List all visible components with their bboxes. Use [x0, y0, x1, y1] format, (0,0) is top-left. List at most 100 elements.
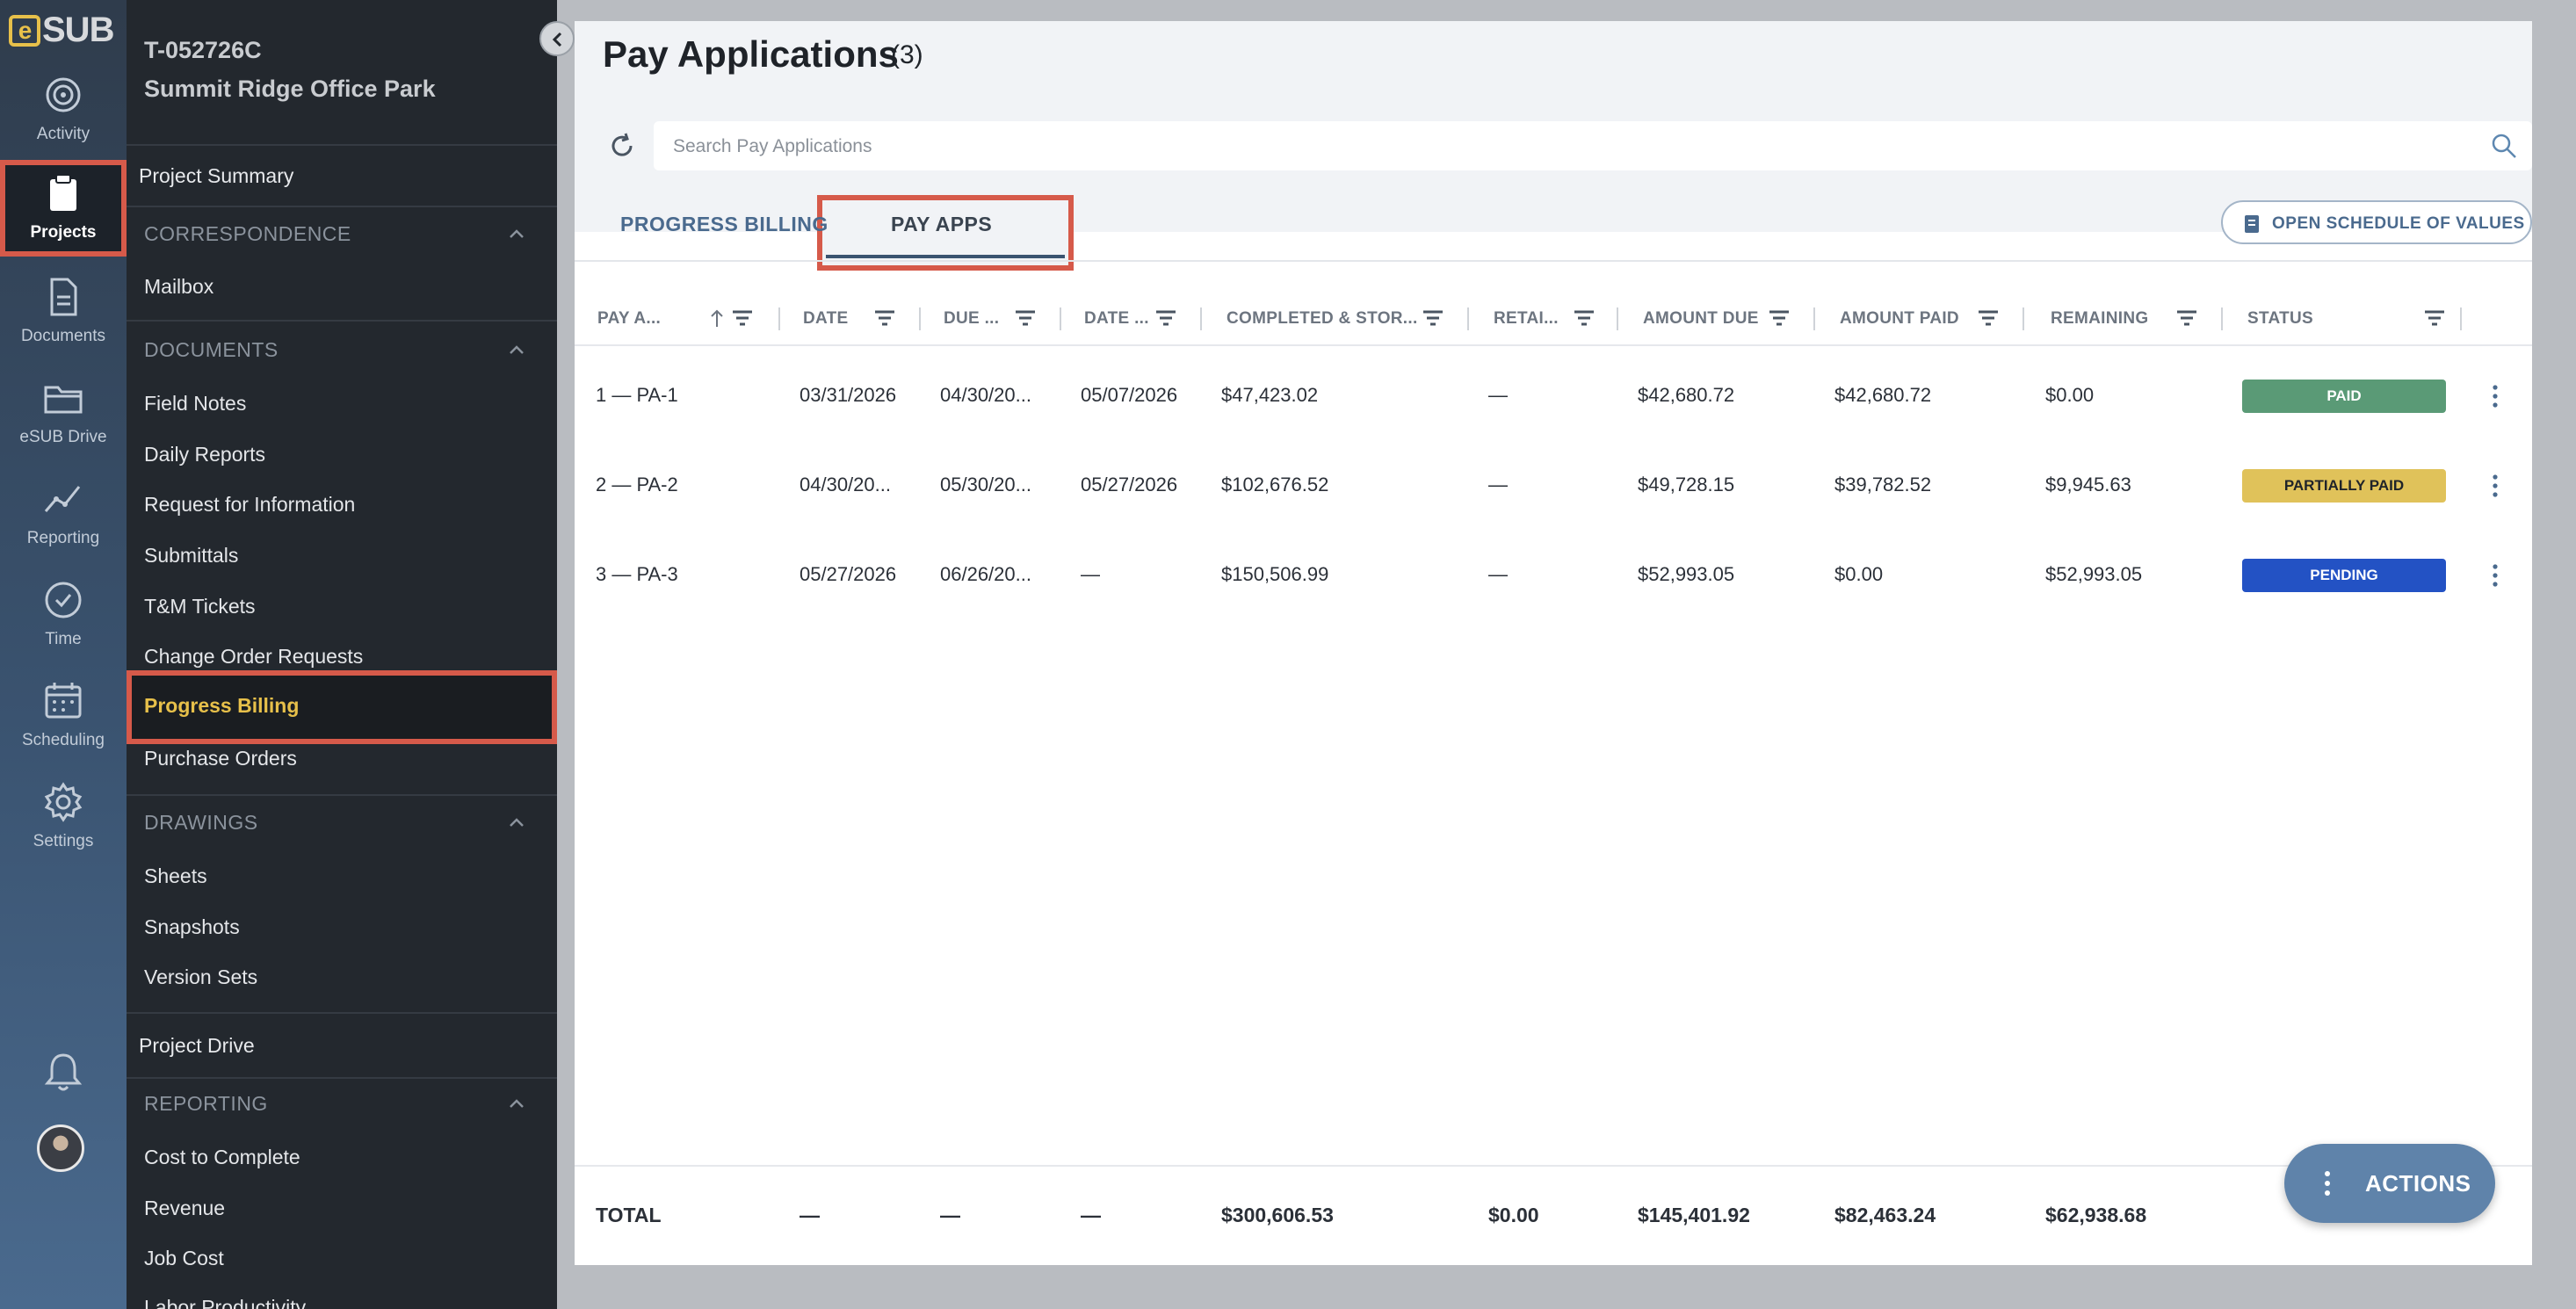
chevron-up-icon[interactable]	[506, 339, 527, 360]
column-divider[interactable]	[2022, 307, 2024, 330]
status-badge: PAID	[2242, 380, 2446, 413]
rail-reporting[interactable]: Reporting	[0, 466, 127, 562]
column-divider[interactable]	[1200, 307, 1202, 330]
filter-icon[interactable]	[731, 307, 754, 329]
nav-field-notes[interactable]: Field Notes	[144, 392, 246, 416]
rail-settings[interactable]: Settings	[0, 769, 127, 865]
nav-project-drive[interactable]: Project Drive	[139, 1034, 255, 1058]
column-divider[interactable]	[1467, 307, 1469, 330]
filter-icon[interactable]	[873, 307, 896, 329]
nav-change-order-requests[interactable]: Change Order Requests	[144, 645, 363, 669]
user-avatar[interactable]	[37, 1125, 84, 1172]
section-documents[interactable]: DOCUMENTS	[144, 338, 279, 362]
nav-progress-billing[interactable]: Progress Billing	[127, 670, 557, 744]
nav-version-sets[interactable]: Version Sets	[144, 965, 257, 989]
open-schedule-of-values-button[interactable]: OPEN SCHEDULE OF VALUES	[2221, 200, 2532, 244]
logo-sub: SUB	[42, 11, 114, 49]
column-divider[interactable]	[1617, 307, 1618, 330]
col-amount-due[interactable]: AMOUNT DUE	[1643, 309, 1759, 329]
nav-rfi[interactable]: Request for Information	[144, 493, 355, 517]
column-divider[interactable]	[2460, 307, 2462, 330]
col-retainage[interactable]: RETAI...	[1494, 309, 1559, 329]
col-due[interactable]: DUE ...	[944, 309, 999, 329]
nav-mailbox[interactable]: Mailbox	[144, 275, 213, 299]
document-list-icon	[2245, 215, 2259, 233]
nav-revenue[interactable]: Revenue	[144, 1197, 225, 1220]
more-vertical-icon[interactable]	[2490, 472, 2500, 500]
rail-time[interactable]: Time	[0, 567, 127, 663]
nav-cost-to-complete[interactable]: Cost to Complete	[144, 1146, 300, 1169]
filter-icon[interactable]	[1154, 307, 1177, 329]
section-correspondence[interactable]: CORRESPONDENCE	[144, 222, 351, 246]
filter-icon[interactable]	[1014, 307, 1037, 329]
col-date[interactable]: DATE	[803, 309, 849, 329]
nav-job-cost[interactable]: Job Cost	[144, 1247, 224, 1270]
column-divider[interactable]	[1060, 307, 1061, 330]
more-vertical-icon[interactable]	[2490, 561, 2500, 589]
nav-labor-productivity[interactable]: Labor Productivity	[144, 1296, 306, 1309]
collapse-panel-button[interactable]	[539, 21, 575, 56]
nav-purchase-orders[interactable]: Purchase Orders	[144, 747, 297, 770]
chevron-up-icon[interactable]	[506, 223, 527, 244]
column-divider[interactable]	[2221, 307, 2223, 330]
column-divider[interactable]	[1813, 307, 1815, 330]
cell-due: 04/30/20...	[940, 384, 1031, 406]
esub-logo[interactable]: e SUB	[9, 11, 118, 49]
rail-scheduling[interactable]: Scheduling	[0, 668, 127, 764]
filter-icon[interactable]	[1422, 307, 1444, 329]
more-vertical-icon	[2325, 1171, 2330, 1196]
col-date-2[interactable]: DATE ...	[1084, 309, 1149, 329]
filter-icon[interactable]	[2423, 307, 2446, 329]
col-amount-paid[interactable]: AMOUNT PAID	[1840, 309, 1959, 329]
nav-submittals[interactable]: Submittals	[144, 544, 238, 568]
rail-esub-drive[interactable]: eSUB Drive	[0, 365, 127, 461]
search-input[interactable]: Search Pay Applications	[654, 121, 2532, 170]
table-row[interactable]: 2 — PA-2 04/30/20... 05/30/20... 05/27/2…	[575, 441, 2532, 531]
app-rail: e SUB Activity Projects Documents eSUB Dr…	[0, 0, 127, 1309]
cell-amount-due: $42,680.72	[1638, 384, 1735, 406]
nav-tm-tickets[interactable]: T&M Tickets	[144, 595, 256, 618]
chevron-up-icon[interactable]	[506, 812, 527, 833]
nav-sheets[interactable]: Sheets	[144, 864, 207, 888]
sort-ascending-icon[interactable]	[708, 307, 726, 329]
refresh-icon[interactable]	[608, 132, 636, 160]
col-remaining[interactable]: REMAINING	[2051, 309, 2148, 329]
section-reporting[interactable]: REPORTING	[144, 1092, 268, 1116]
actions-label: ACTIONS	[2365, 1170, 2471, 1197]
col-completed-stored[interactable]: COMPLETED & STOR...	[1226, 309, 1418, 329]
activity-icon	[46, 77, 81, 112]
table-row[interactable]: 1 — PA-1 03/31/2026 04/30/20... 05/07/20…	[575, 351, 2532, 441]
window-gutter	[2532, 0, 2576, 1309]
nav-project-summary[interactable]: Project Summary	[139, 164, 293, 188]
rail-documents[interactable]: Documents	[0, 264, 127, 360]
column-divider[interactable]	[919, 307, 921, 330]
tab-progress-billing[interactable]: PROGRESS BILLING	[620, 213, 829, 236]
filter-icon[interactable]	[1977, 307, 2000, 329]
divider	[127, 206, 557, 207]
col-pay-app[interactable]: PAY A...	[597, 309, 661, 329]
active-tab-indicator	[826, 255, 1065, 258]
total-amount-paid: $82,463.24	[1834, 1204, 1936, 1226]
search-icon[interactable]	[2490, 132, 2518, 160]
rail-activity-label: Activity	[36, 125, 90, 143]
rail-projects[interactable]: Projects	[0, 160, 127, 257]
nav-snapshots[interactable]: Snapshots	[144, 915, 240, 939]
nav-daily-reports[interactable]: Daily Reports	[144, 443, 265, 466]
section-drawings[interactable]: DRAWINGS	[144, 811, 258, 835]
rail-activity[interactable]: Activity	[0, 61, 127, 158]
tab-pay-apps[interactable]: PAY APPS	[891, 213, 992, 236]
cell-remaining: $52,993.05	[2045, 563, 2143, 585]
cell-date-2: —	[1081, 563, 1100, 585]
filter-icon[interactable]	[1573, 307, 1596, 329]
filter-icon[interactable]	[1768, 307, 1791, 329]
filter-icon[interactable]	[2175, 307, 2198, 329]
col-status[interactable]: STATUS	[2247, 309, 2313, 329]
column-divider[interactable]	[778, 307, 780, 330]
total-remaining: $62,938.68	[2045, 1204, 2147, 1226]
actions-button[interactable]: ACTIONS	[2284, 1144, 2495, 1223]
table-row[interactable]: 3 — PA-3 05/27/2026 06/26/20... — $150,5…	[575, 531, 2532, 620]
more-vertical-icon[interactable]	[2490, 382, 2500, 410]
chevron-up-icon[interactable]	[506, 1093, 527, 1114]
total-retainage: $0.00	[1488, 1204, 1539, 1226]
bell-icon[interactable]	[40, 1050, 86, 1096]
